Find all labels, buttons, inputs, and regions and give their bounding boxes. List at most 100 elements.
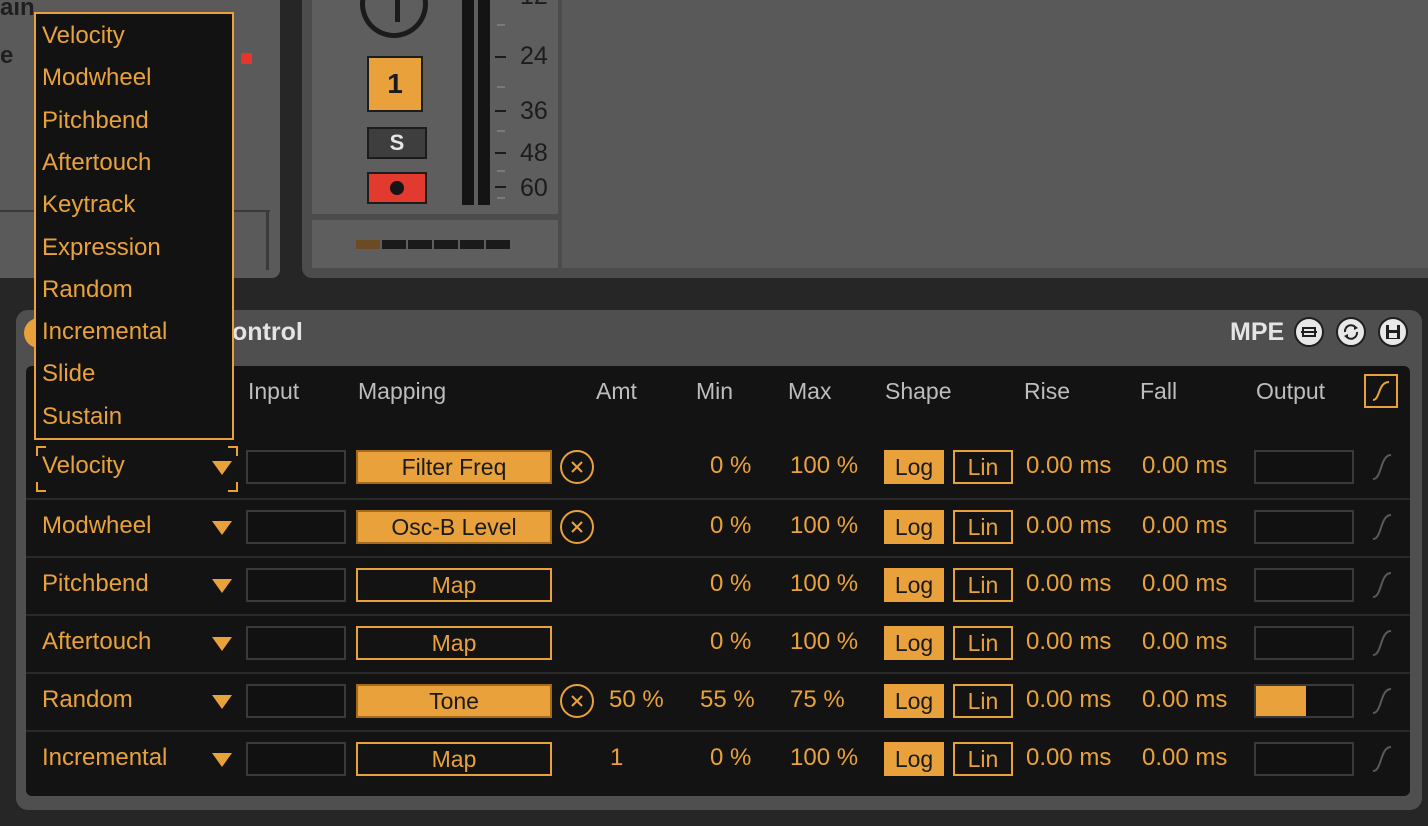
lin-shape-button[interactable]: Lin: [953, 742, 1013, 776]
fall-value[interactable]: 0.00 ms: [1142, 452, 1227, 480]
dropdown-arrow-icon[interactable]: [212, 579, 232, 593]
log-shape-button[interactable]: Log: [884, 742, 944, 776]
track-activator-button[interactable]: 1: [367, 56, 423, 112]
max-value[interactable]: 100 %: [790, 570, 858, 598]
rise-value[interactable]: 0.00 ms: [1026, 512, 1111, 540]
scale-tick: [497, 130, 505, 132]
rise-value[interactable]: 0.00 ms: [1026, 744, 1111, 772]
dropdown-option[interactable]: Modwheel: [42, 64, 151, 92]
curve-icon: [1372, 630, 1392, 656]
x-icon: [571, 695, 583, 707]
fall-value[interactable]: 0.00 ms: [1142, 628, 1227, 656]
output-meter: [1254, 510, 1354, 544]
input-field[interactable]: [246, 626, 346, 660]
focus-corner: [36, 482, 46, 492]
refresh-icon[interactable]: [1336, 317, 1366, 347]
min-value[interactable]: 55 %: [700, 686, 755, 714]
input-field[interactable]: [246, 450, 346, 484]
lin-shape-button[interactable]: Lin: [953, 626, 1013, 660]
input-field[interactable]: [246, 568, 346, 602]
output-meter: [1254, 450, 1354, 484]
record-arm-button[interactable]: [367, 172, 427, 204]
fall-value[interactable]: 0.00 ms: [1142, 512, 1227, 540]
dropdown-option[interactable]: Random: [42, 276, 133, 304]
rise-value[interactable]: 0.00 ms: [1026, 686, 1111, 714]
device-title: ontrol: [232, 318, 303, 346]
log-shape-button[interactable]: Log: [884, 450, 944, 484]
mapping-button[interactable]: Map: [356, 626, 552, 660]
min-value[interactable]: 0 %: [710, 628, 751, 656]
min-value[interactable]: 0 %: [710, 452, 751, 480]
pan-knob[interactable]: [360, 0, 428, 38]
fall-value[interactable]: 0.00 ms: [1142, 570, 1227, 598]
dropdown-option[interactable]: Keytrack: [42, 191, 135, 219]
source-label[interactable]: Velocity: [42, 452, 125, 480]
mapping-button[interactable]: Osc-B Level: [356, 510, 552, 544]
dropdown-option[interactable]: Sustain: [42, 403, 122, 431]
mpe-label: MPE: [1230, 318, 1285, 346]
dropdown-option[interactable]: Expression: [42, 234, 161, 262]
clear-mapping-icon[interactable]: [560, 510, 594, 544]
log-shape-button[interactable]: Log: [884, 626, 944, 660]
dropdown-option[interactable]: Pitchbend: [42, 107, 149, 135]
hot-swap-icon[interactable]: [1294, 317, 1324, 347]
lin-shape-button[interactable]: Lin: [953, 510, 1013, 544]
dropdown-option[interactable]: Incremental: [42, 318, 167, 346]
focus-corner: [36, 446, 46, 456]
dropdown-arrow-icon[interactable]: [212, 461, 232, 475]
dropdown-arrow-icon[interactable]: [212, 521, 232, 535]
min-value[interactable]: 0 %: [710, 570, 751, 598]
scale-tick: [497, 197, 505, 199]
max-value[interactable]: 100 %: [790, 452, 858, 480]
dropdown-option[interactable]: Slide: [42, 360, 95, 388]
max-value[interactable]: 100 %: [790, 628, 858, 656]
fall-value[interactable]: 0.00 ms: [1142, 744, 1227, 772]
lin-shape-button[interactable]: Lin: [953, 568, 1013, 602]
mapping-button[interactable]: Tone: [356, 684, 552, 718]
source-label[interactable]: Modwheel: [42, 512, 151, 540]
output-curve-button[interactable]: [1364, 374, 1398, 408]
max-value[interactable]: 100 %: [790, 512, 858, 540]
empty-track-area: [562, 0, 1428, 268]
mapping-label: Map: [431, 745, 477, 772]
input-field[interactable]: [246, 742, 346, 776]
dropdown-arrow-icon[interactable]: [212, 753, 232, 767]
log-shape-button[interactable]: Log: [884, 684, 944, 718]
mapping-button[interactable]: Map: [356, 568, 552, 602]
max-value[interactable]: 100 %: [790, 744, 858, 772]
log-shape-button[interactable]: Log: [884, 568, 944, 602]
table-row: Aftertouch Map 0 % 100 % Log Lin 0.00 ms 0.00 m…: [26, 614, 1410, 672]
dropdown-option[interactable]: Aftertouch: [42, 149, 151, 177]
amount-value[interactable]: 1: [610, 744, 623, 772]
min-value[interactable]: 0 %: [710, 744, 751, 772]
lin-shape-button[interactable]: Lin: [953, 450, 1013, 484]
rise-value[interactable]: 0.00 ms: [1026, 452, 1111, 480]
rise-value[interactable]: 0.00 ms: [1026, 570, 1111, 598]
log-shape-button[interactable]: Log: [884, 510, 944, 544]
mapping-button[interactable]: Filter Freq: [356, 450, 552, 484]
input-field[interactable]: [246, 684, 346, 718]
source-label[interactable]: Pitchbend: [42, 570, 149, 598]
meter-scale-label: 24: [520, 42, 548, 70]
mini-meter-segment: [434, 240, 458, 249]
lin-shape-button[interactable]: Lin: [953, 684, 1013, 718]
fall-value[interactable]: 0.00 ms: [1142, 686, 1227, 714]
source-label[interactable]: Random: [42, 686, 133, 714]
mapping-button[interactable]: Map: [356, 742, 552, 776]
min-value[interactable]: 0 %: [710, 512, 751, 540]
dropdown-arrow-icon[interactable]: [212, 637, 232, 651]
solo-button[interactable]: S: [367, 127, 427, 159]
clear-mapping-icon[interactable]: [560, 684, 594, 718]
curve-icon: [1372, 514, 1392, 540]
input-field[interactable]: [246, 510, 346, 544]
dropdown-option[interactable]: Velocity: [42, 22, 125, 50]
save-preset-icon[interactable]: [1378, 317, 1408, 347]
max-value[interactable]: 75 %: [790, 686, 845, 714]
dropdown-arrow-icon[interactable]: [212, 695, 232, 709]
rise-value[interactable]: 0.00 ms: [1026, 628, 1111, 656]
source-label[interactable]: Incremental: [42, 744, 167, 772]
source-label[interactable]: Aftertouch: [42, 628, 151, 656]
amount-value[interactable]: 50 %: [609, 686, 664, 714]
lin-label: Lin: [967, 629, 999, 656]
clear-mapping-icon[interactable]: [560, 450, 594, 484]
